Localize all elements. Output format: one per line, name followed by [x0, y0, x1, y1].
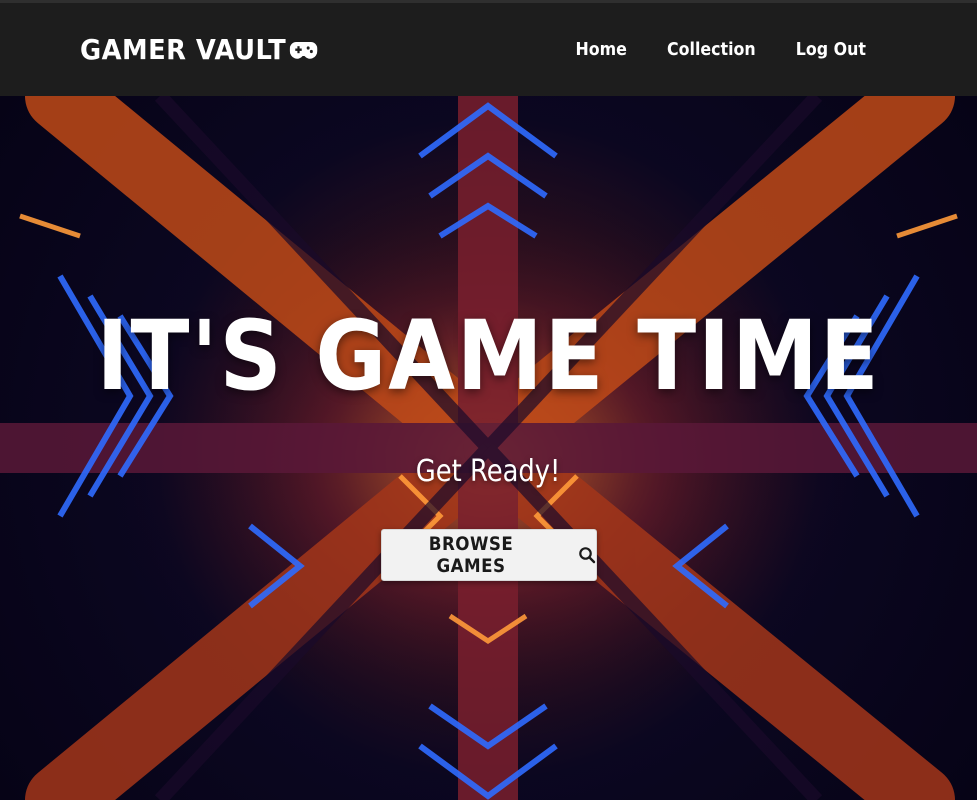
- game-controller-icon: [289, 41, 318, 59]
- browse-games-label: BROWSE GAMES: [428, 533, 513, 577]
- top-navbar: GAMER VAULT Home Collection Log Out: [0, 0, 977, 96]
- main-nav: Home Collection Log Out: [572, 39, 871, 60]
- hero-section: IT'S GAME TIME Get Ready! BROWSE GAMES: [0, 96, 977, 800]
- hero-title: IT'S GAME TIME: [96, 300, 881, 412]
- browse-games-button[interactable]: BROWSE GAMES: [380, 529, 597, 581]
- hero-content: IT'S GAME TIME Get Ready! BROWSE GAMES: [0, 96, 977, 800]
- brand-logo[interactable]: GAMER VAULT: [80, 33, 318, 66]
- hero-subtitle: Get Ready!: [416, 454, 561, 489]
- brand-name: GAMER VAULT: [80, 33, 287, 66]
- nav-logout-link[interactable]: Log Out: [796, 39, 866, 60]
- nav-collection-link[interactable]: Collection: [667, 39, 756, 60]
- nav-home-link[interactable]: Home: [576, 39, 627, 60]
- search-icon: [578, 546, 596, 564]
